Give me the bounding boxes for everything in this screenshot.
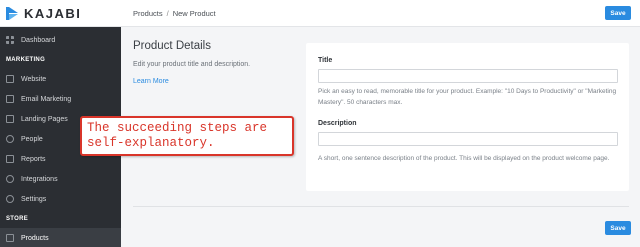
- sidebar-item-label: People: [21, 135, 43, 143]
- breadcrumb-current: New Product: [172, 8, 216, 18]
- brand-logo[interactable]: KAJABI: [0, 0, 121, 27]
- monitor-icon: [6, 75, 14, 83]
- sidebar-item-label: Dashboard: [21, 36, 56, 44]
- bar-chart-icon: [6, 155, 14, 163]
- annotation-line-2: self-explanatory.: [87, 136, 215, 150]
- learn-more-link[interactable]: Learn More: [133, 78, 283, 85]
- sidebar-item-dashboard[interactable]: Dashboard: [0, 30, 121, 50]
- annotation-callout: The succeeding steps are self-explanator…: [80, 116, 294, 156]
- product-details-intro: Product Details Edit your product title …: [133, 40, 283, 85]
- sidebar-item-website[interactable]: Website: [0, 69, 121, 89]
- breadcrumb-separator: /: [166, 8, 169, 18]
- save-button-bottom[interactable]: Save: [605, 221, 631, 235]
- description-input[interactable]: [318, 132, 618, 146]
- divider: [133, 206, 629, 207]
- gear-icon: [6, 195, 14, 203]
- title-input[interactable]: [318, 69, 618, 83]
- save-button[interactable]: Save: [605, 6, 631, 20]
- sidebar-item-label: Website: [21, 75, 47, 83]
- sidebar-item-label: Products: [21, 234, 49, 242]
- integrations-icon: [6, 175, 14, 183]
- annotation-line-1: The succeeding steps are: [87, 121, 268, 135]
- section-label-marketing: MARKETING: [6, 56, 46, 63]
- sidebar-item-label: Landing Pages: [21, 115, 68, 123]
- sidebar-item-email-marketing[interactable]: Email Marketing: [0, 89, 121, 109]
- section-description: Edit your product title and description.: [133, 61, 251, 68]
- products-icon: [6, 234, 14, 242]
- section-label-store: STORE: [6, 215, 29, 222]
- section-heading: Product Details: [133, 40, 211, 52]
- description-help-text: A short, one sentence description of the…: [318, 155, 610, 162]
- envelope-icon: [6, 95, 14, 103]
- people-icon: [6, 135, 14, 143]
- sidebar-item-settings[interactable]: Settings: [0, 189, 121, 209]
- product-details-form: Title Pick an easy to read, memorable ti…: [306, 43, 629, 191]
- sidebar-item-label: Integrations: [21, 175, 58, 183]
- title-help-text: Pick an easy to read, memorable title fo…: [318, 88, 617, 106]
- dashboard-icon: [6, 36, 14, 44]
- sidebar-item-products[interactable]: Products: [0, 228, 121, 247]
- topbar: Products / New Product: [121, 0, 640, 27]
- page-icon: [6, 115, 14, 123]
- sidebar-item-label: Settings: [21, 195, 47, 203]
- sidebar-item-label: Email Marketing: [21, 95, 72, 103]
- kajabi-logo-icon: [6, 6, 19, 20]
- sidebar-item-label: Reports: [21, 155, 46, 163]
- brand-name: KAJABI: [24, 5, 82, 21]
- description-label: Description: [318, 120, 357, 127]
- title-label: Title: [318, 57, 333, 64]
- breadcrumb-products[interactable]: Products: [133, 9, 163, 18]
- sidebar-item-integrations[interactable]: Integrations: [0, 169, 121, 189]
